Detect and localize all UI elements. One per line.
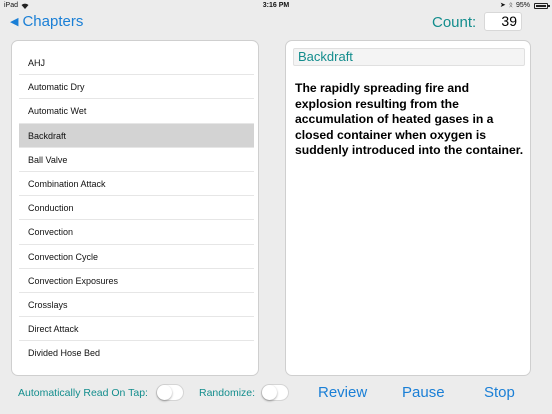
count-field[interactable]: 39	[484, 12, 522, 31]
list-item[interactable]: Combination Attack	[19, 172, 254, 197]
bottom-toolbar: Automatically Read On Tap: Randomize: Re…	[0, 380, 552, 408]
status-bar: iPad 3:16 PM ➤ ᛟ 95%	[0, 0, 552, 11]
list-item[interactable]: Crosslays	[19, 293, 254, 318]
stop-button[interactable]: Stop	[484, 384, 515, 401]
list-item[interactable]: Automatic Wet	[19, 99, 254, 124]
back-arrow-icon: ◀	[10, 16, 19, 28]
toggle-knob	[262, 385, 277, 400]
term-list-panel: AHJ Automatic Dry Automatic Wet Backdraft Ba…	[11, 40, 259, 376]
term-list[interactable]: AHJ Automatic Dry Automatic Wet Backdraft Ba…	[19, 51, 254, 365]
auto-read-toggle[interactable]	[156, 384, 184, 401]
bluetooth-icon: ᛟ	[508, 2, 513, 9]
chapters-back-button[interactable]: ◀ Chapters	[10, 13, 83, 30]
definition-panel: Backdraft The rapidly spreading fire and…	[285, 40, 531, 376]
list-item[interactable]: Direct Attack	[19, 317, 254, 342]
list-item[interactable]: Convection Exposures	[19, 269, 254, 293]
auto-read-label: Automatically Read On Tap:	[18, 387, 148, 399]
term-title: Backdraft	[293, 48, 525, 66]
list-item[interactable]: Backdraft	[19, 123, 254, 148]
count-label: Count:	[432, 14, 477, 31]
list-item[interactable]: Automatic Dry	[19, 75, 254, 100]
list-item[interactable]: Conduction	[19, 196, 254, 221]
pause-button[interactable]: Pause	[402, 384, 445, 401]
randomize-toggle[interactable]	[261, 384, 289, 401]
list-item[interactable]: Divided Hose Bed	[19, 341, 254, 365]
term-definition: The rapidly spreading fire and explosion…	[295, 81, 524, 158]
toggle-knob	[157, 385, 172, 400]
nav-bar: ◀ Chapters Count: 39	[0, 11, 552, 33]
randomize-label: Randomize:	[199, 387, 256, 399]
location-icon: ➤	[499, 2, 506, 9]
list-item[interactable]: Convection	[19, 220, 254, 245]
status-right: ➤ ᛟ 95%	[499, 0, 550, 11]
list-item[interactable]: Ball Valve	[19, 148, 254, 172]
status-time: 3:16 PM	[262, 2, 290, 9]
battery-percent: 95%	[515, 2, 530, 9]
list-item[interactable]: AHJ	[19, 51, 254, 76]
review-button[interactable]: Review	[318, 384, 367, 401]
back-label: Chapters	[22, 13, 84, 30]
battery-icon	[534, 2, 550, 9]
list-item[interactable]: Convection Cycle	[19, 245, 254, 269]
